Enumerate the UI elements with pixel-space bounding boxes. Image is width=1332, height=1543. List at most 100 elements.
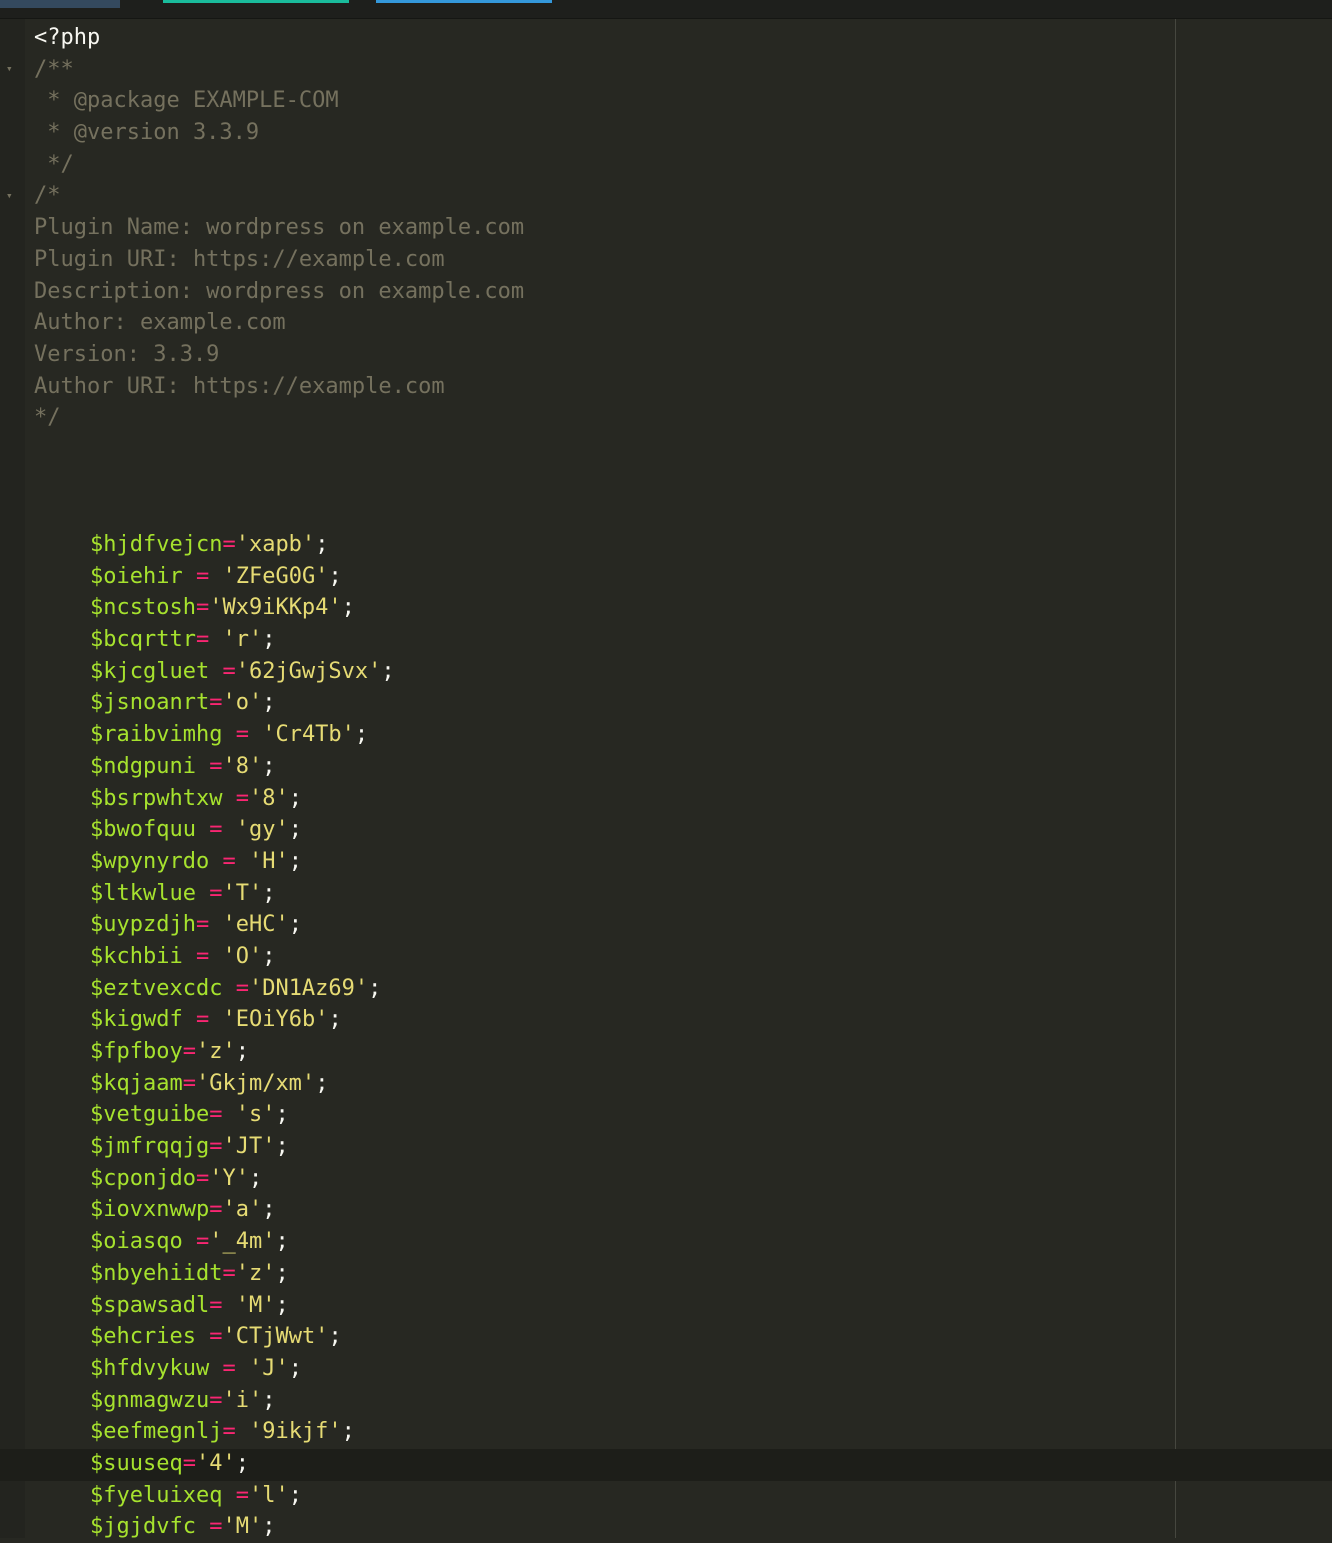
code-line: $ncstosh='Wx9iKKp4'; <box>34 592 524 624</box>
variable-name: $oiasqo <box>90 1229 196 1255</box>
variable-name: $fyeluixeq <box>90 1482 236 1508</box>
variable-name: $spawsadl <box>90 1292 210 1318</box>
header-comment-line: Plugin URI: https://example.com <box>34 246 445 272</box>
editor-tab-bar <box>0 0 1332 19</box>
fold-arrow-icon[interactable]: ▾ <box>6 63 13 75</box>
variable-name: $jsnoanrt <box>90 690 210 716</box>
variable-name: $gnmagwzu <box>90 1387 210 1413</box>
code-line: $kqjaam='Gkjm/xm'; <box>34 1068 524 1100</box>
semicolon: ; <box>288 817 302 843</box>
code-area[interactable]: <?php /** * @package EXAMPLE-COM * @vers… <box>34 22 524 1543</box>
semicolon: ; <box>288 785 302 811</box>
string-literal: 'O' <box>222 943 263 969</box>
assignment-operator: = <box>195 1165 210 1191</box>
variable-name: $bsrpwhtxw <box>90 785 236 811</box>
assignment-operator: = <box>195 627 223 653</box>
code-line: $bwofquu = 'gy'; <box>34 814 524 846</box>
variable-name: $hjdfvejcn <box>90 532 223 557</box>
semicolon: ; <box>328 1324 342 1350</box>
code-line: $uypzdjh= 'eHC'; <box>34 909 524 941</box>
tab-indicator-2[interactable] <box>163 0 349 3</box>
code-line: $vetguibe= 's'; <box>34 1099 524 1131</box>
semicolon: ; <box>288 1482 302 1508</box>
semicolon: ; <box>288 1355 302 1381</box>
variable-name: $jgjdvfc <box>90 1514 210 1540</box>
code-line: $eefmegnlj= '9ikjf'; <box>34 1416 524 1448</box>
string-literal: '_4m' <box>209 1229 276 1255</box>
fold-arrow-icon[interactable]: ▾ <box>6 190 13 202</box>
assignment-operator: = <box>235 975 249 1001</box>
variable-name: $uypzdjh <box>90 912 196 938</box>
code-line: $kchbii = 'O'; <box>34 941 524 973</box>
assignment-operator: = <box>209 1102 236 1128</box>
semicolon: ; <box>248 1165 263 1191</box>
semicolon: ; <box>354 722 369 748</box>
variable-name: $hfdvykuw <box>90 1355 223 1381</box>
header-comment-line: Plugin Name: wordpress on example.com <box>34 215 525 241</box>
code-line: $cponjdo='Y'; <box>34 1163 524 1195</box>
assignment-operator: = <box>195 1007 223 1033</box>
string-literal: 'z' <box>195 1039 236 1064</box>
string-literal: 'Wx9iKKp4' <box>209 595 342 621</box>
assignment-operator: = <box>222 1355 249 1381</box>
header-comment-line: Author URI: https://example.com <box>34 373 445 399</box>
variable-name: $bwofquu <box>90 817 210 843</box>
assignment-operator: = <box>195 563 223 589</box>
header-comment-line: /* <box>34 183 61 209</box>
header-comment-line: Author: example.com <box>34 310 286 336</box>
variable-name: $fpfboy <box>90 1039 183 1064</box>
string-literal: 's' <box>235 1102 276 1128</box>
semicolon: ; <box>328 1007 342 1033</box>
code-line: $bcqrttr= 'r'; <box>34 624 524 656</box>
header-comment-line: Description: wordpress on example.com <box>34 278 525 304</box>
assignment-operator: = <box>235 785 249 811</box>
variable-name: $ltkwlue <box>90 880 210 906</box>
assignment-operator: = <box>209 880 223 906</box>
assignment-operator: = <box>195 912 223 938</box>
variable-name: $eefmegnlj <box>90 1419 223 1445</box>
string-literal: '8' <box>248 785 289 811</box>
semicolon: ; <box>381 658 395 684</box>
semicolon: ; <box>262 880 276 906</box>
semicolon: ; <box>235 1450 249 1476</box>
semicolon: ; <box>275 1229 289 1255</box>
header-comment-line: Version: 3.3.9 <box>34 341 220 367</box>
code-line: $kigwdf = 'EOiY6b'; <box>34 1004 524 1036</box>
string-literal: 'CTjWwt' <box>222 1324 329 1350</box>
string-literal: 'Gkjm/xm' <box>195 1070 316 1096</box>
semicolon: ; <box>288 848 302 874</box>
string-literal: 'Cr4Tb' <box>262 722 355 748</box>
assignment-operator: = <box>222 848 249 874</box>
assignment-operator: = <box>182 1039 196 1064</box>
semicolon: ; <box>341 595 355 621</box>
assignment-operator: = <box>209 753 223 779</box>
string-literal: 'Y' <box>209 1165 249 1191</box>
assignment-operator: = <box>235 722 263 748</box>
code-line: $iovxnwwp='a'; <box>34 1194 524 1226</box>
editor-gutter: ▾ ▾ <box>0 19 25 1538</box>
code-line: $spawsadl= 'M'; <box>34 1290 524 1322</box>
code-line: $fyeluixeq ='l'; <box>34 1480 524 1512</box>
code-line: $oiehir = 'ZFeG0G'; <box>34 561 524 593</box>
string-literal: 'xapb' <box>235 532 316 557</box>
code-line: $hjdfvejcn='xapb'; <box>34 529 524 561</box>
tab-indicator-1[interactable] <box>0 0 120 8</box>
variable-name: $kigwdf <box>90 1007 196 1033</box>
variable-name: $ehcries <box>90 1324 210 1350</box>
variable-name: $raibvimhg <box>90 722 236 748</box>
semicolon: ; <box>315 532 329 557</box>
header-comment-line: */ <box>34 405 61 431</box>
code-line: $jgjdvfc ='M'; <box>34 1511 524 1543</box>
tab-indicator-3[interactable] <box>376 0 552 3</box>
doc-comment-line: * @package EXAMPLE-COM <box>34 88 339 114</box>
variable-name: $wpynyrdo <box>90 848 223 874</box>
string-literal: 'M' <box>222 1514 263 1540</box>
assignment-operator: = <box>182 1070 196 1096</box>
variable-name: $kchbii <box>90 943 196 969</box>
code-line: $bsrpwhtxw ='8'; <box>34 783 524 815</box>
variable-name: $suuseq <box>90 1450 183 1476</box>
code-line: $fpfboy='z'; <box>34 1036 524 1068</box>
string-literal: '62jGwjSvx' <box>235 658 382 684</box>
semicolon: ; <box>262 627 276 653</box>
